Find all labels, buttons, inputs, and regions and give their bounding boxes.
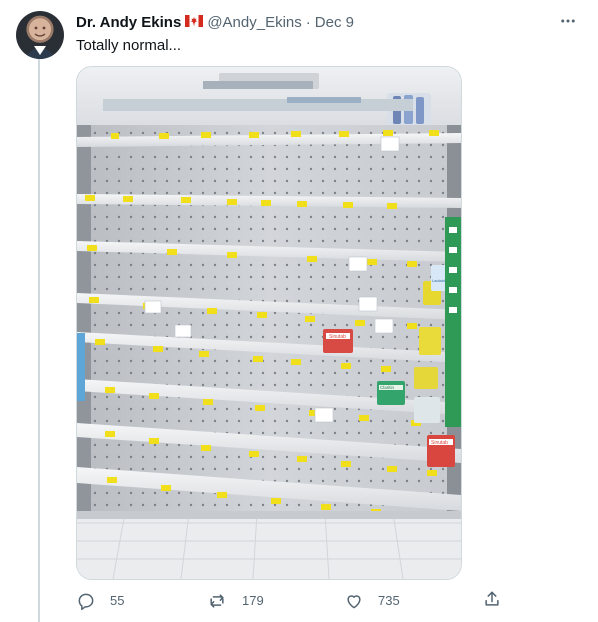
author-name[interactable]: Dr. Andy Ekins — [76, 13, 181, 33]
tweet[interactable]: Dr. Andy Ekins @Andy_Ekins · Dec 9 Total… — [0, 0, 598, 622]
reply-icon — [78, 593, 94, 611]
share-button[interactable] — [482, 589, 502, 609]
empty-pharmacy-shelves-photo: Sinutab Claritin Sinutab Lactaid — [77, 67, 461, 579]
share-icon — [485, 591, 499, 606]
product-label: Sinutab — [431, 440, 448, 446]
product-label: Sinutab — [329, 334, 346, 340]
tweet-date[interactable]: Dec 9 — [315, 13, 354, 33]
product-label: Claritin — [380, 385, 395, 390]
more-options-button[interactable] — [556, 9, 580, 33]
avatar[interactable] — [16, 11, 64, 59]
avatar-photo — [26, 19, 54, 59]
tweet-actions: 55 179 735 — [76, 589, 506, 613]
retweet-icon — [210, 594, 224, 608]
reply-button[interactable]: 55 — [76, 589, 124, 613]
like-button[interactable]: 735 — [344, 589, 400, 613]
retweet-button[interactable]: 179 — [206, 589, 264, 613]
separator-dot: · — [305, 14, 311, 31]
like-count: 735 — [378, 593, 400, 608]
heart-icon — [347, 595, 361, 609]
product-label: Lactaid — [432, 278, 445, 283]
more-horizontal-icon — [561, 19, 575, 23]
canada-flag-icon — [185, 13, 204, 33]
thread-line — [38, 58, 40, 622]
tweet-header: Dr. Andy Ekins @Andy_Ekins · Dec 9 — [76, 13, 354, 33]
tweet-photo[interactable]: Sinutab Claritin Sinutab Lactaid — [76, 66, 462, 580]
reply-count: 55 — [110, 593, 125, 608]
retweet-count: 179 — [242, 593, 264, 608]
author-handle[interactable]: @Andy_Ekins — [207, 13, 301, 33]
tweet-text: Totally normal... — [76, 37, 182, 54]
